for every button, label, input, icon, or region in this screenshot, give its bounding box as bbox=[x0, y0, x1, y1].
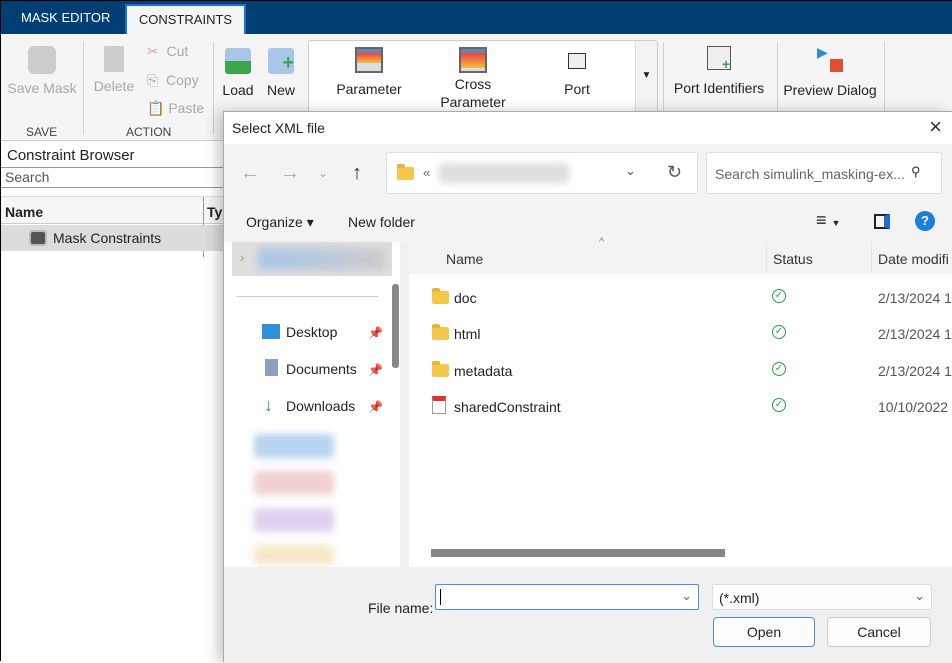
search-input[interactable]: Search simulink_masking-ex... ⚲ bbox=[706, 152, 942, 194]
documents-icon bbox=[265, 359, 278, 376]
address-dropdown-icon[interactable]: ⌄ bbox=[625, 163, 636, 179]
new-button[interactable]: + New bbox=[265, 48, 297, 98]
nav-downloads[interactable]: Downloads bbox=[286, 398, 355, 414]
section-action: ACTION bbox=[126, 125, 172, 139]
browser-header: Name Ty bbox=[1, 196, 223, 257]
paste-button[interactable]: 📋 Paste bbox=[147, 100, 204, 117]
sync-ok-icon: ✓ bbox=[772, 325, 786, 339]
col-date-header[interactable]: Date modifi bbox=[878, 251, 949, 267]
sync-ok-icon: ✓ bbox=[772, 362, 786, 376]
delete-button[interactable]: Delete bbox=[91, 46, 137, 94]
nav-item-blurred[interactable]: › bbox=[232, 242, 392, 276]
pin-icon: 📌 bbox=[368, 326, 383, 340]
close-icon[interactable]: × bbox=[929, 114, 942, 140]
search-icon: ⚲ bbox=[911, 164, 921, 179]
copy-button[interactable]: ⎘ Copy bbox=[147, 72, 199, 89]
pin-icon: 📌 bbox=[368, 363, 383, 377]
file-name-input[interactable]: ⌄ bbox=[435, 584, 699, 610]
port-identifiers-icon: + bbox=[707, 46, 731, 72]
open-button[interactable]: Open bbox=[713, 617, 815, 647]
preview-pane-icon[interactable] bbox=[874, 214, 890, 229]
cancel-button[interactable]: Cancel bbox=[827, 617, 931, 647]
save-mask-button[interactable]: Save Mask bbox=[7, 46, 77, 96]
chevron-down-icon: ⌄ bbox=[914, 588, 925, 603]
constraint-browser: Constraint Browser Search Name Ty Mask C… bbox=[1, 141, 223, 662]
sort-ascending-icon: ^ bbox=[599, 236, 605, 248]
tab-mask-editor[interactable]: MASK EDITOR bbox=[21, 10, 110, 25]
organize-button[interactable]: Organize ▾ bbox=[246, 214, 314, 231]
parameter-button[interactable]: Parameter bbox=[329, 47, 409, 97]
up-arrow-icon[interactable]: ↑ bbox=[352, 162, 362, 185]
pin-icon: 📌 bbox=[368, 400, 383, 414]
view-options-icon[interactable]: ≡ ▼ bbox=[816, 210, 840, 231]
parameter-icon bbox=[355, 47, 383, 73]
browser-search-input[interactable]: Search bbox=[1, 167, 223, 188]
help-icon[interactable]: ? bbox=[915, 211, 935, 231]
save-mask-label: Save Mask bbox=[7, 80, 77, 96]
dialog-title: Select XML file bbox=[232, 120, 325, 136]
horizontal-scrollbar[interactable] bbox=[431, 549, 725, 557]
copy-icon: ⎘ bbox=[147, 72, 159, 88]
select-xml-dialog: Select XML file × ← → ⌄ ↑ « ⌄ ↻ Search s… bbox=[223, 111, 952, 663]
folder-icon bbox=[432, 324, 449, 340]
new-folder-button[interactable]: New folder bbox=[348, 214, 415, 230]
col-type[interactable]: Ty bbox=[207, 204, 222, 220]
back-arrow-icon[interactable]: ← bbox=[240, 162, 260, 185]
section-save: SAVE bbox=[26, 125, 58, 139]
refresh-icon[interactable]: ↻ bbox=[667, 162, 682, 183]
desktop-icon bbox=[262, 324, 280, 339]
col-name-header[interactable]: Name bbox=[446, 251, 483, 267]
tab-bar: MASK EDITOR CONSTRAINTS bbox=[1, 1, 952, 35]
nav-documents[interactable]: Documents bbox=[286, 361, 357, 377]
col-status-header[interactable]: Status bbox=[773, 251, 813, 267]
mask-icon bbox=[29, 230, 47, 246]
recent-chevron-icon[interactable]: ⌄ bbox=[318, 166, 328, 180]
load-icon bbox=[225, 48, 251, 74]
col-name[interactable]: Name bbox=[5, 204, 43, 220]
blurred-nav-item[interactable] bbox=[254, 471, 334, 495]
blurred-nav-item[interactable] bbox=[254, 434, 334, 458]
dialog-footer: File name: ⌄ (*.xml) ⌄ Open Cancel bbox=[224, 567, 952, 663]
load-button[interactable]: Load bbox=[221, 48, 255, 98]
file-type-select[interactable]: (*.xml) ⌄ bbox=[712, 584, 932, 610]
paste-icon: 📋 bbox=[147, 100, 165, 116]
scissors-icon: ✂ bbox=[147, 43, 159, 59]
tree-item-mask-constraints[interactable]: Mask Constraints bbox=[1, 225, 223, 251]
preview-dialog-button[interactable]: ▶ Preview Dialog bbox=[781, 44, 879, 98]
blurred-nav-item[interactable] bbox=[254, 508, 334, 532]
xml-file-icon bbox=[432, 396, 446, 414]
port-identifiers-button[interactable]: + Port Identifiers bbox=[669, 46, 769, 96]
chevron-down-icon: ⌄ bbox=[681, 588, 692, 603]
cross-parameter-icon bbox=[459, 47, 487, 73]
trash-icon bbox=[104, 46, 124, 72]
folder-icon bbox=[432, 288, 449, 304]
sync-ok-icon: ✓ bbox=[772, 398, 786, 412]
browser-title: Constraint Browser bbox=[7, 147, 135, 164]
forward-arrow-icon[interactable]: → bbox=[280, 162, 300, 185]
port-button[interactable]: Port bbox=[547, 47, 607, 97]
sync-ok-icon: ✓ bbox=[772, 289, 786, 303]
folder-icon bbox=[397, 164, 414, 180]
navigation-pane: › Desktop 📌 Documents 📌 ↓ Downloads 📌 bbox=[224, 242, 400, 567]
blurred-nav-item[interactable] bbox=[254, 545, 334, 565]
tab-constraints[interactable]: CONSTRAINTS bbox=[125, 4, 246, 35]
blurred-path bbox=[439, 163, 569, 183]
cut-button[interactable]: ✂ Cut bbox=[147, 43, 188, 60]
save-mask-icon bbox=[28, 46, 56, 74]
port-icon bbox=[568, 53, 586, 69]
new-plus-icon: + bbox=[268, 48, 294, 74]
nav-desktop[interactable]: Desktop bbox=[286, 324, 337, 340]
preview-dialog-icon: ▶ bbox=[817, 44, 843, 72]
file-name-label: File name: bbox=[368, 600, 434, 616]
delete-label: Delete bbox=[93, 78, 135, 94]
downloads-icon: ↓ bbox=[264, 395, 273, 415]
cross-parameter-button[interactable]: Cross Parameter bbox=[433, 47, 513, 111]
nav-scrollbar[interactable] bbox=[392, 284, 399, 368]
folder-icon bbox=[432, 361, 449, 377]
address-bar[interactable]: « ⌄ ↻ bbox=[386, 152, 698, 194]
